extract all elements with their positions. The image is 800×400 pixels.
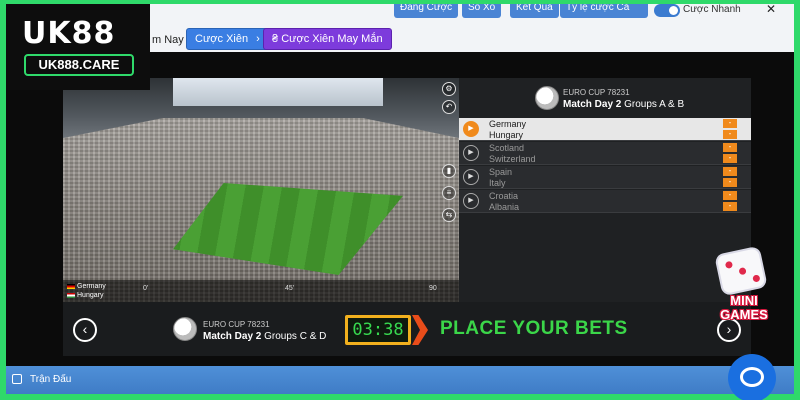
odds-button-away[interactable]: -	[723, 154, 737, 163]
timeline-tick-half: 45'	[285, 285, 295, 292]
play-icon[interactable]: ▶	[463, 193, 479, 209]
odds-button-home[interactable]: -	[723, 191, 737, 200]
video-team-away: Hungary	[77, 292, 104, 299]
video-team-home: Germany	[77, 283, 106, 290]
settings-icon[interactable]: ⚙	[442, 82, 456, 96]
football-icon	[173, 317, 197, 341]
close-icon[interactable]: ✕	[766, 4, 776, 16]
cuoc-xien-may-man-label: Cược Xiên May Mắn	[281, 33, 383, 45]
odds-button-home[interactable]: -	[723, 143, 737, 152]
dice-icon	[714, 245, 768, 297]
currency-icon: ₴	[272, 33, 279, 45]
top-button-so-xo[interactable]: Sổ Xố	[462, 4, 502, 18]
match-home: Germany	[489, 119, 527, 129]
odds-button-away[interactable]: -	[723, 130, 737, 139]
match-away: Albania	[489, 202, 520, 212]
logo-main-text: UK88	[22, 16, 116, 51]
lineup-icon[interactable]: ⇆	[442, 208, 456, 222]
chevron-right-icon: ›	[256, 33, 260, 45]
chat-icon	[740, 367, 764, 387]
play-icon[interactable]: ▶	[463, 121, 479, 137]
top-button-dang-cuoc[interactable]: Đăng Cược	[394, 4, 459, 18]
timeline-tick-end: 90	[429, 285, 437, 292]
chat-button[interactable]	[728, 354, 776, 400]
panel-event-line: EURO CUP 78231	[563, 88, 630, 97]
match-home: Croatia	[489, 191, 519, 201]
germany-flag-icon	[67, 284, 75, 289]
band-match-day: Match Day 2	[203, 331, 262, 342]
dice-pip	[752, 274, 761, 283]
match-row[interactable]: ▶ Germany Hungary - -	[459, 118, 751, 141]
cuoc-xien-button[interactable]: Cược Xiên ›	[186, 28, 269, 50]
logo-domain: UK888.CARE	[24, 54, 134, 76]
band-match-day-line: Match Day 2 Groups C & D	[203, 331, 326, 342]
match-away: Hungary	[489, 130, 524, 140]
next-match-band: ‹ EURO CUP 78231 Match Day 2 Groups C & …	[63, 302, 751, 356]
odds-button-away[interactable]: -	[723, 202, 737, 211]
uk88-logo[interactable]: UK88 UK888.CARE	[6, 4, 150, 90]
bottom-tab-bar: Trận Đấu	[6, 366, 794, 394]
play-icon[interactable]: ▶	[463, 169, 479, 185]
odds-button-away[interactable]: -	[723, 178, 737, 187]
band-event-line: EURO CUP 78231	[203, 320, 270, 329]
panel-match-day-line: Match Day 2 Groups A & B	[563, 99, 684, 110]
mini-games-line2: GAMES	[720, 307, 768, 322]
hungary-flag-icon	[67, 293, 75, 298]
stats-icon[interactable]: ▮	[442, 164, 456, 178]
tab-tran-dau[interactable]: Trận Đấu	[30, 374, 71, 385]
match-home: Spain	[489, 167, 513, 177]
dice-pip	[738, 267, 747, 276]
panel-groups: Groups A & B	[624, 99, 685, 110]
match-away: Switzerland	[489, 154, 536, 164]
quick-bet-toggle[interactable]	[654, 4, 680, 17]
top-button-ket-qua[interactable]: Kết Quả	[510, 4, 559, 18]
video-timeline[interactable]: Germany Hungary 0' 45' 90	[63, 280, 459, 302]
mini-games-line1: MINI	[730, 293, 758, 308]
football-icon	[535, 86, 559, 110]
match-row[interactable]: ▶ Croatia Albania - -	[459, 190, 751, 213]
match-away: Italy	[489, 178, 506, 188]
stadium-sky	[173, 78, 383, 106]
panel-header: EURO CUP 78231 Match Day 2 Groups A & B	[459, 78, 751, 118]
chevron-left-icon[interactable]: ‹	[73, 318, 97, 342]
timeline-tick-start: 0'	[143, 285, 149, 292]
match-row[interactable]: ▶ Spain Italy - -	[459, 166, 751, 189]
countdown-timer: 03:38	[345, 315, 411, 345]
mini-games-button[interactable]: MINI GAMES	[708, 245, 780, 326]
back-icon[interactable]: ↶	[442, 100, 456, 114]
band-groups: Groups C & D	[264, 331, 327, 342]
place-bets-text: PLACE YOUR BETS	[440, 318, 628, 339]
list-icon[interactable]: ≡	[442, 186, 456, 200]
match-home: Scotland	[489, 143, 525, 153]
cuoc-xien-may-man-button[interactable]: ₴ Cược Xiên May Mắn	[263, 28, 392, 50]
match-row[interactable]: ▶ Scotland Switzerland - -	[459, 142, 751, 165]
odds-button-home[interactable]: -	[723, 119, 737, 128]
panel-match-day: Match Day 2	[563, 99, 622, 110]
quick-bet-label: Cược Nhanh	[683, 4, 741, 15]
stadium-video[interactable]: Germany Hungary 0' 45' 90	[63, 78, 459, 302]
top-button-ty-le-cuoc[interactable]: Tỷ lệ cược Cả	[560, 4, 648, 18]
tab-today[interactable]: m Nay	[152, 34, 184, 46]
cuoc-xien-label: Cược Xiên	[195, 33, 249, 45]
match-icon	[12, 374, 22, 384]
timer-arrow-icon	[412, 315, 428, 345]
dice-pip	[724, 260, 734, 270]
odds-button-home[interactable]: -	[723, 167, 737, 176]
play-icon[interactable]: ▶	[463, 145, 479, 161]
